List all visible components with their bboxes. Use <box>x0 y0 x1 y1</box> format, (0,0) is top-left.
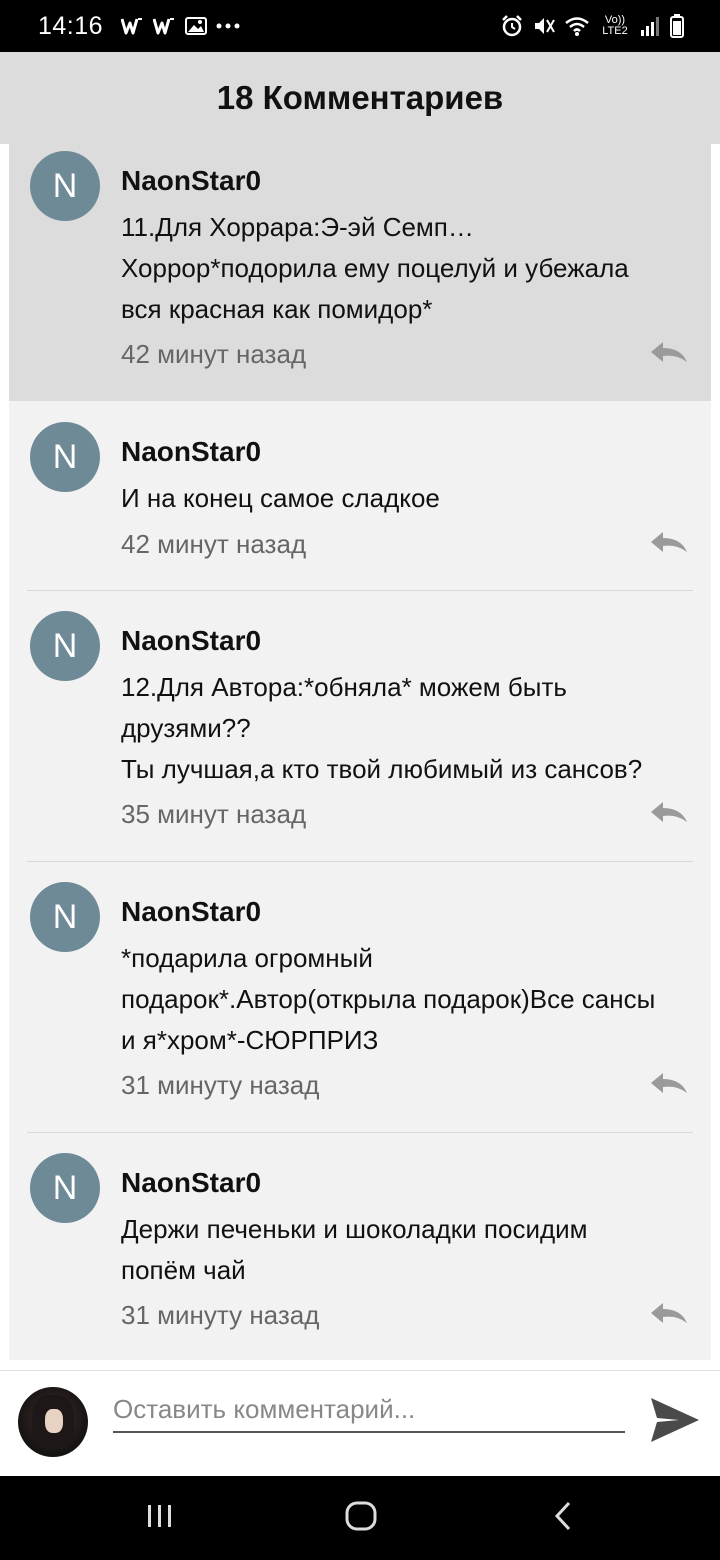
wifi-icon <box>564 15 590 37</box>
avatar-face <box>45 1409 63 1433</box>
gallery-icon <box>185 16 208 36</box>
comment-text-line: *подарила огромный <box>121 943 373 973</box>
comments-list[interactable]: N NaonStar0 11.Для Хоррара:Э-эй Семп… Хо… <box>9 144 711 1360</box>
notification-icons <box>121 16 241 36</box>
comment-text-line: 11.Для Хоррара:Э-эй Семп… <box>121 212 474 242</box>
w-notification-icon <box>121 17 145 35</box>
avatar[interactable]: N <box>30 611 100 681</box>
comment-input[interactable] <box>113 1391 625 1433</box>
home-icon <box>345 1501 377 1536</box>
user-avatar[interactable] <box>18 1387 88 1457</box>
comment-text-line: Держи печеньки и шоколадки посидим <box>121 1214 588 1244</box>
system-icons: Vo)) LTE2 <box>500 14 684 38</box>
status-time: 14:16 <box>38 11 104 40</box>
comment-author[interactable]: NaonStar0 <box>121 436 261 468</box>
comment-text: *подарила огромный подарок*.Автор(открыл… <box>121 938 701 1061</box>
comment-author[interactable]: NaonStar0 <box>121 896 261 928</box>
comment-text: И на конец самое сладкое <box>121 478 701 519</box>
status-bar: 14:16 Vo)) LTE2 <box>0 0 720 52</box>
signal-icon <box>640 15 662 37</box>
comment-text: 12.Для Автора:*обняла* можем быть друзям… <box>121 667 701 790</box>
comment-item[interactable]: N NaonStar0 И на конец самое сладкое 42 … <box>9 401 711 591</box>
comment-timestamp: 31 минуту назад <box>121 1300 320 1330</box>
comment-text-line: попём чай <box>121 1255 246 1285</box>
avatar[interactable]: N <box>30 1153 100 1223</box>
comment-author[interactable]: NaonStar0 <box>121 625 261 657</box>
page-title: 18 Комментариев <box>216 79 504 116</box>
comment-text: 11.Для Хоррара:Э-эй Семп… Хоррор*подорил… <box>121 207 701 330</box>
comment-author[interactable]: NaonStar0 <box>121 1167 261 1199</box>
comment-timestamp: 42 минут назад <box>121 339 307 369</box>
comment-text-line: Хоррор*подорила ему поцелуй и убежала <box>121 253 629 283</box>
comment-timestamp: 31 минуту назад <box>121 1070 320 1100</box>
recent-apps-button[interactable] <box>135 1496 185 1540</box>
alarm-icon <box>500 14 524 38</box>
back-icon <box>553 1501 573 1536</box>
network-label: Vo)) LTE2 <box>602 14 628 37</box>
w-notification-icon <box>153 17 177 35</box>
comment-text-line: 12.Для Автора:*обняла* можем быть <box>121 672 567 702</box>
avatar[interactable]: N <box>30 151 100 221</box>
avatar[interactable]: N <box>30 422 100 492</box>
comments-header: 18 Комментариев <box>0 52 720 144</box>
comment-author[interactable]: NaonStar0 <box>121 165 261 197</box>
comment-item[interactable]: N NaonStar0 12.Для Автора:*обняла* можем… <box>9 590 711 862</box>
more-dots-icon <box>215 22 241 30</box>
comment-text-line: друзями?? <box>121 713 251 743</box>
back-button[interactable] <box>538 1496 588 1540</box>
comment-item[interactable]: N NaonStar0 Держи печеньки и шоколадки п… <box>9 1132 711 1360</box>
comment-text: Держи печеньки и шоколадки посидим попём… <box>121 1209 701 1291</box>
mute-icon <box>532 14 556 38</box>
comment-input-bar <box>0 1370 720 1476</box>
send-button[interactable] <box>648 1397 702 1447</box>
reply-icon[interactable] <box>649 530 693 556</box>
comment-timestamp: 42 минут назад <box>121 529 307 559</box>
comment-text-line: Ты лучшая,а кто твой любимый из сансов? <box>121 754 643 784</box>
comment-text-line: подарок*.Автор(открыла подарок)Все сансы <box>121 984 656 1014</box>
comment-text-line: И на конец самое сладкое <box>121 483 440 513</box>
reply-icon[interactable] <box>649 1301 693 1327</box>
reply-icon[interactable] <box>649 800 693 826</box>
battery-icon <box>670 14 684 38</box>
comment-timestamp: 35 минут назад <box>121 799 307 829</box>
avatar[interactable]: N <box>30 882 100 952</box>
send-icon <box>649 1396 701 1449</box>
comment-item[interactable]: N NaonStar0 *подарила огромный подарок*.… <box>9 861 711 1133</box>
system-nav-bar <box>0 1476 720 1560</box>
reply-icon[interactable] <box>649 340 693 366</box>
comment-text-line: и я*хром*-СЮРПРИЗ <box>121 1025 379 1055</box>
reply-icon[interactable] <box>649 1071 693 1097</box>
comment-item[interactable]: N NaonStar0 11.Для Хоррара:Э-эй Семп… Хо… <box>9 144 711 401</box>
recent-apps-icon <box>145 1503 175 1534</box>
comment-text-line: вся красная как помидор* <box>121 294 433 324</box>
home-button[interactable] <box>336 1496 386 1540</box>
